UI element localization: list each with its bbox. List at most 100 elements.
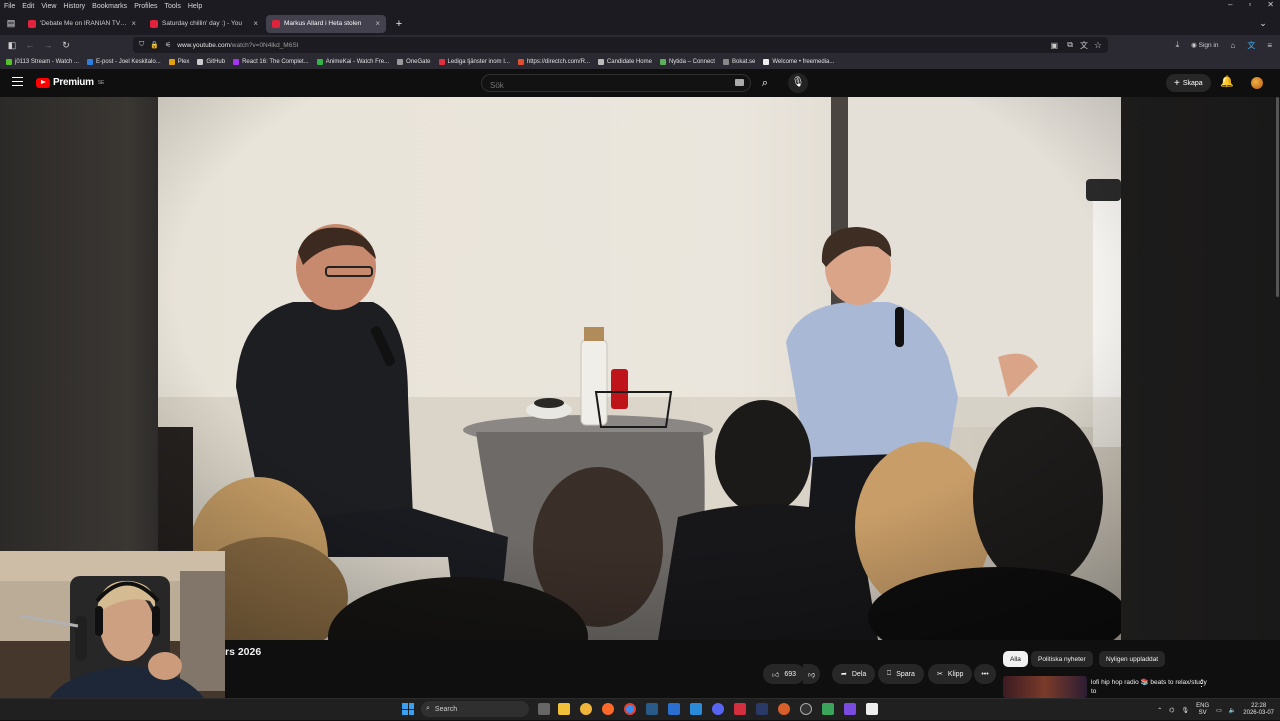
maximize-button[interactable]: ▫	[1248, 0, 1251, 9]
browser-tab[interactable]: 'Debate Me on IRANIAN TV!' In ×	[22, 15, 142, 33]
network-icon[interactable]: ⌬	[1169, 707, 1174, 714]
notepad-icon[interactable]	[866, 703, 878, 715]
browser-tab[interactable]: Saturday chillin' day :) - You ×	[144, 15, 264, 33]
bookmark-item[interactable]: j0113 Stream - Watch ...	[6, 59, 79, 65]
signin-button[interactable]: ◉ Sign in	[1191, 41, 1218, 49]
reader-view-icon[interactable]: ▣	[1050, 41, 1058, 50]
url-bar[interactable]: ⛉ 🔒 ⚟ www.youtube.com/watch?v=0N4lkd_M6S…	[133, 37, 1108, 53]
menu-item[interactable]: History	[63, 3, 85, 10]
volume-icon[interactable]: 🔈	[1229, 707, 1236, 714]
monitor-icon[interactable]: ▭	[1216, 707, 1222, 714]
close-tab-icon[interactable]: ×	[375, 19, 380, 28]
menu-item[interactable]: Help	[188, 3, 202, 10]
bookmark-item[interactable]: Lediga tjänster inom I...	[438, 59, 510, 65]
share-button[interactable]: ➦ Dela	[832, 664, 876, 684]
clock[interactable]: 22:28 2026-03-07	[1243, 703, 1274, 717]
extensions-icon[interactable]: ⌂	[1230, 41, 1235, 50]
mic-tray-icon[interactable]: 🎙	[1182, 707, 1190, 714]
file-explorer-icon[interactable]	[558, 703, 570, 715]
clip-button[interactable]: ✂ Klipp	[928, 664, 973, 684]
chrome-canary-icon[interactable]	[580, 703, 592, 715]
download-icon[interactable]: ⤓	[1176, 40, 1180, 50]
search-button[interactable]: ⌕	[755, 74, 775, 92]
back-button[interactable]: ←	[21, 40, 39, 50]
recommended-thumbnail[interactable]	[1003, 676, 1087, 698]
language-indicator[interactable]: ENG SV	[1196, 703, 1209, 717]
steam-icon[interactable]	[646, 703, 658, 715]
create-button[interactable]: + Skapa	[1166, 74, 1211, 92]
menu-item[interactable]: Tools	[165, 3, 181, 10]
chrome-icon[interactable]	[624, 703, 636, 715]
bookmark-item[interactable]: GitHub	[197, 59, 225, 65]
obs-icon[interactable]	[800, 703, 812, 715]
bookmark-label: Bokat.se	[731, 59, 756, 65]
translate-icon[interactable]: 文	[1080, 40, 1088, 51]
app-icon[interactable]	[778, 703, 790, 715]
app-icon[interactable]	[822, 703, 834, 715]
bookmark-item[interactable]: OneGate	[397, 59, 431, 65]
lock-icon[interactable]: 🔒	[150, 41, 159, 49]
recommended-title[interactable]: lofi hip hop radio 📚 beats to relax/stud…	[1091, 678, 1211, 696]
like-count: 693	[784, 670, 797, 678]
shield-icon[interactable]: ⛉	[139, 41, 144, 49]
bookmark-item[interactable]: Welcome • freemedia...	[763, 59, 834, 65]
bookmark-item[interactable]: AnimeKai - Watch Fre...	[316, 59, 389, 65]
firefox-icon[interactable]	[602, 703, 614, 715]
bookmark-item[interactable]: Plex	[168, 59, 189, 65]
kebab-menu-icon[interactable]: ⋮	[1197, 678, 1206, 689]
search-input[interactable]	[482, 77, 712, 94]
save-button[interactable]: ⎕ Spara	[878, 664, 924, 684]
windows-start-icon[interactable]	[402, 703, 414, 715]
menu-item[interactable]: File	[4, 3, 15, 10]
video-player[interactable]	[158, 97, 1121, 640]
bookmark-item[interactable]: React 16: The Complet...	[233, 59, 309, 65]
hamburger-menu-icon[interactable]	[12, 77, 23, 86]
more-actions-button[interactable]: •••	[974, 664, 996, 684]
menu-item[interactable]: Profiles	[134, 3, 157, 10]
menu-icon[interactable]: ≡	[1267, 41, 1272, 50]
app-icon[interactable]	[734, 703, 746, 715]
menu-item[interactable]: Edit	[22, 3, 34, 10]
app-icon[interactable]	[756, 703, 768, 715]
voice-search-button[interactable]: 🎙	[788, 73, 808, 93]
bookmark-item[interactable]: Bokat.se	[722, 59, 756, 65]
like-button[interactable]: 👍︎ 693	[763, 664, 806, 684]
discord-icon[interactable]	[712, 703, 724, 715]
reload-button[interactable]: ↻	[57, 40, 75, 51]
account-avatar[interactable]	[1251, 77, 1263, 89]
filter-chip[interactable]: Politiska nyheter	[1031, 651, 1093, 667]
tab-list-icon[interactable]: ▤	[2, 18, 20, 29]
app-icon[interactable]	[668, 703, 680, 715]
vscode-icon[interactable]	[690, 703, 702, 715]
minimize-button[interactable]: –	[1228, 0, 1232, 9]
bookmark-item[interactable]: Nytida – Connect	[659, 59, 715, 65]
youtube-premium-logo[interactable]: Premium SE	[36, 77, 104, 88]
chevron-up-icon[interactable]: ⌃	[1157, 707, 1162, 714]
bookmark-star-icon[interactable]: ☆	[1094, 40, 1102, 51]
picture-in-picture-icon[interactable]: ⧉	[1067, 40, 1073, 50]
task-view-icon[interactable]	[538, 703, 550, 715]
filter-chip[interactable]: Alla	[1003, 651, 1028, 667]
close-tab-icon[interactable]: ×	[131, 19, 136, 28]
app-icon[interactable]	[844, 703, 856, 715]
new-tab-button[interactable]: +	[390, 18, 408, 30]
menu-item[interactable]: Bookmarks	[92, 3, 127, 10]
menu-item[interactable]: View	[41, 3, 56, 10]
filter-chip[interactable]: Nyligen uppladdat	[1099, 651, 1166, 667]
notifications-bell-icon[interactable]: 🔔	[1220, 75, 1234, 88]
bookmark-item[interactable]: Candidate Home	[597, 59, 652, 65]
bookmark-item[interactable]: E-post - Joel Keskitalo...	[87, 59, 161, 65]
permissions-icon[interactable]: ⚟	[165, 41, 171, 49]
sidebar-icon[interactable]: ◧	[3, 40, 21, 51]
close-tab-icon[interactable]: ×	[253, 19, 258, 28]
close-window-button[interactable]: ✕	[1267, 0, 1274, 9]
keyboard-icon[interactable]	[735, 79, 744, 86]
bookmark-item[interactable]: https://directch.com/R...	[517, 59, 590, 65]
page-scrollbar[interactable]	[1276, 97, 1279, 297]
chevron-down-icon[interactable]: ⌄	[1254, 18, 1272, 29]
taskbar-search[interactable]: ⌕ Search	[421, 701, 529, 717]
extension-translate-icon[interactable]: 文	[1247, 40, 1255, 51]
browser-tab[interactable]: Markus Allard i Heta stolen ×	[266, 14, 386, 33]
recommended-video[interactable]: lofi hip hop radio 📚 beats to relax/stud…	[1003, 676, 1207, 698]
forward-button[interactable]: →	[39, 40, 57, 50]
